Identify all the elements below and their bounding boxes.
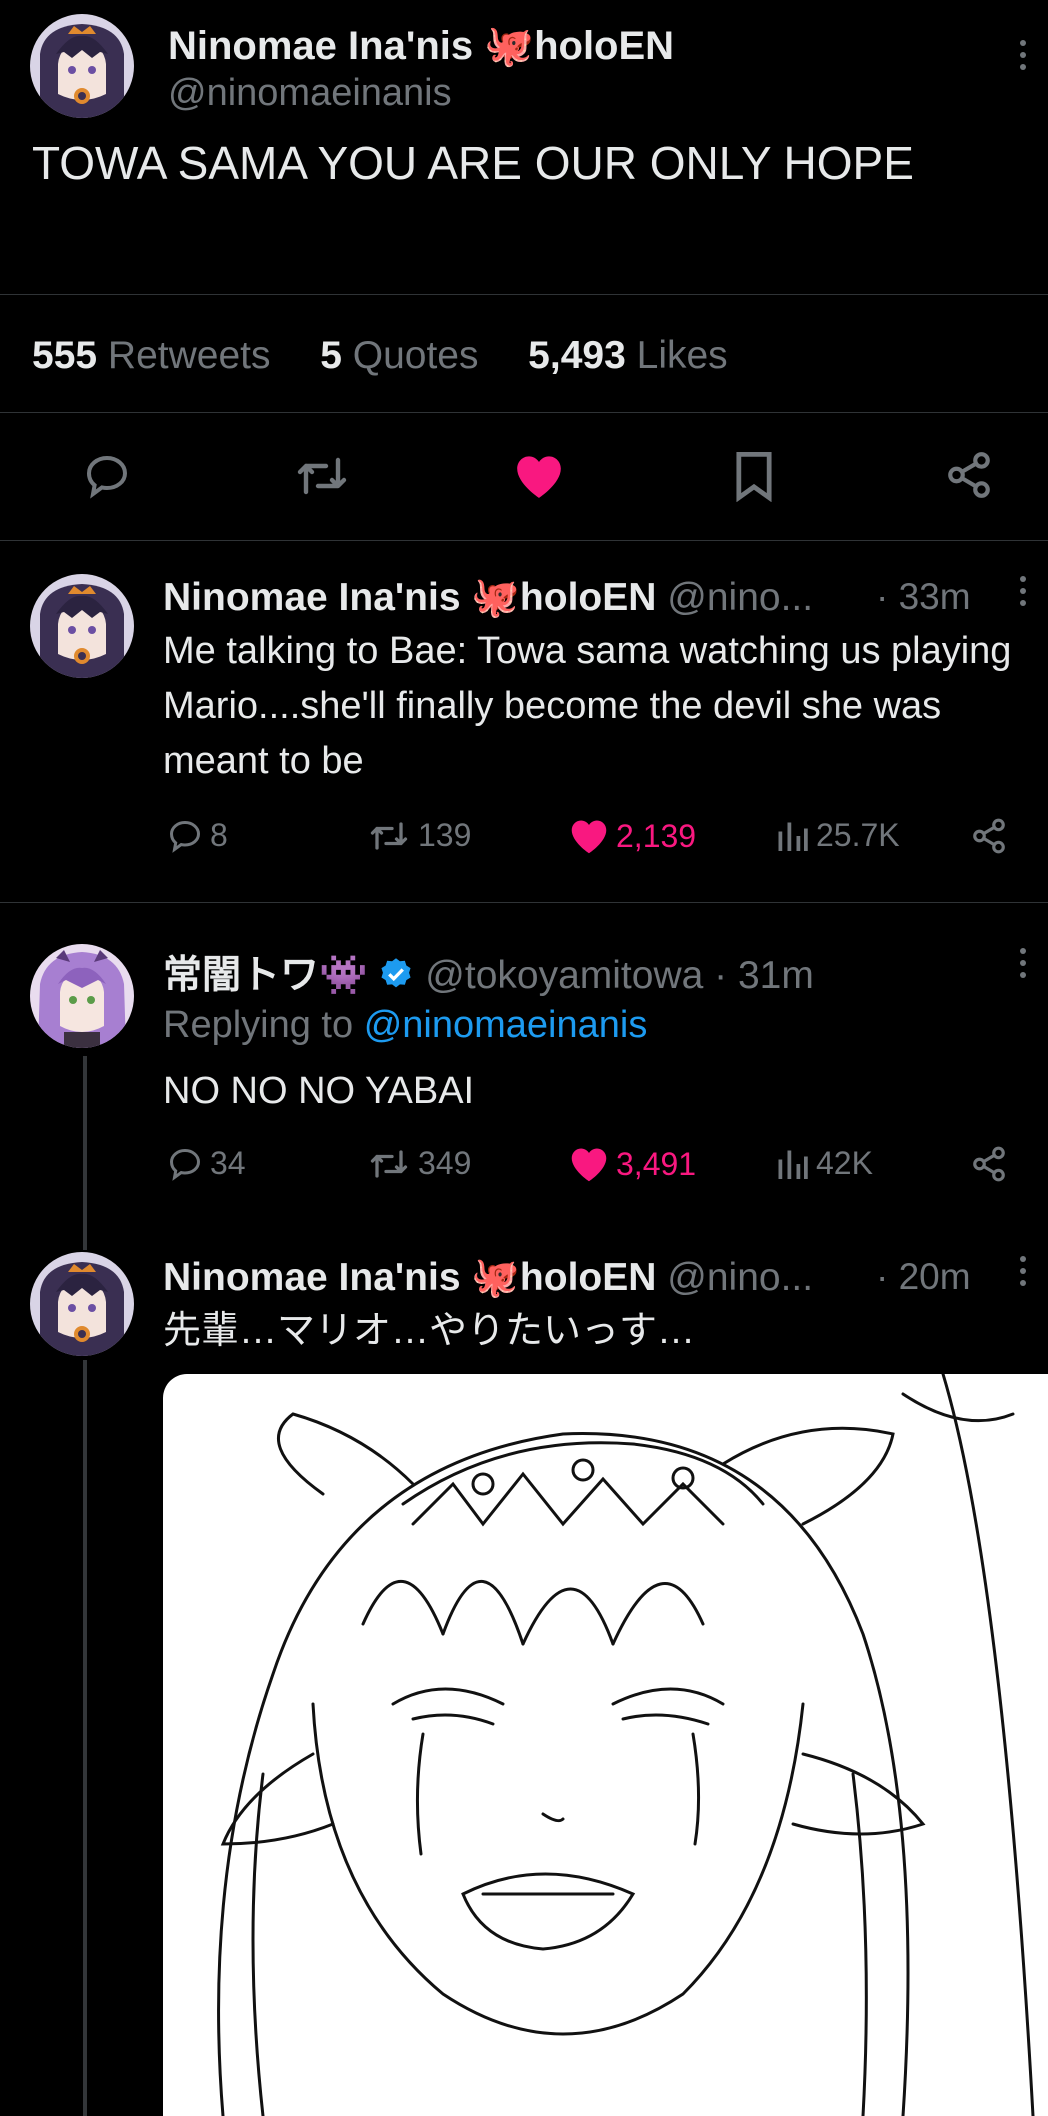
like-icon[interactable] — [512, 452, 566, 505]
octopus-icon: 🐙 — [471, 576, 520, 619]
like-icon — [571, 1148, 607, 1182]
views-icon — [778, 822, 808, 851]
like-count: 3,491 — [616, 1145, 697, 1182]
like-action[interactable]: 3,491 — [568, 1145, 696, 1183]
author-handle[interactable]: @tokoyamitowa — [425, 954, 703, 997]
author-name[interactable]: Ninomae Ina'nis 🐙holoEN — [163, 1256, 656, 1299]
author-handle[interactable]: @nino... — [667, 576, 813, 619]
views-count: 25.7K — [816, 817, 900, 853]
views-icon — [778, 1150, 808, 1179]
divider — [0, 902, 1048, 903]
more-options-icon[interactable] — [1020, 1256, 1028, 1292]
like-count: 2,139 — [616, 817, 697, 854]
divider — [0, 412, 1048, 413]
more-options-icon[interactable] — [1020, 40, 1028, 76]
alien-monster-icon: 👾 — [319, 954, 368, 997]
reply-header: Ninomae Ina'nis 🐙holoEN @nino... — [163, 574, 813, 620]
like-action[interactable]: 2,139 — [568, 817, 696, 855]
avatar[interactable] — [30, 14, 134, 118]
avatar[interactable] — [30, 944, 134, 1048]
author-handle[interactable]: @ninomaeinanis — [168, 72, 452, 115]
octopus-icon: 🐙 — [484, 24, 535, 68]
reply-icon[interactable] — [82, 452, 132, 505]
avatar[interactable] — [30, 1252, 134, 1356]
share-icon[interactable] — [970, 817, 1008, 860]
thread-line — [83, 1056, 87, 1250]
crying-character-sketch — [217, 1374, 1035, 2116]
views-count: 42K — [816, 1145, 873, 1181]
retweets-stat[interactable]: 555 Retweets — [32, 334, 271, 377]
attached-image[interactable] — [163, 1374, 1048, 2116]
author-name[interactable]: Ninomae Ina'nis 🐙holoEN — [168, 22, 674, 69]
tweet-stats: 555 Retweets 5 Quotes 5,493 Likes — [32, 334, 728, 378]
author-handle[interactable]: @nino... — [667, 1256, 813, 1299]
reply-action[interactable]: 34 — [166, 1145, 246, 1182]
retweet-icon — [370, 821, 408, 850]
retweet-icon — [370, 1149, 408, 1178]
author-name[interactable]: Ninomae Ina'nis 🐙holoEN — [163, 576, 656, 619]
quotes-stat[interactable]: 5 Quotes — [320, 334, 478, 377]
share-icon[interactable] — [970, 1145, 1008, 1188]
avatar[interactable] — [30, 574, 134, 678]
tweet-text: TOWA SAMA YOU ARE OUR ONLY HOPE — [32, 137, 914, 189]
more-options-icon[interactable] — [1020, 576, 1028, 612]
author-name[interactable]: 常闇トワ👾 — [163, 954, 368, 997]
bookmark-icon[interactable] — [732, 450, 776, 507]
reply-header: 常闇トワ👾 @tokoyamitowa · 31m — [163, 944, 814, 1002]
divider — [0, 540, 1048, 541]
reply-icon — [169, 820, 201, 853]
thread-line — [83, 1360, 87, 2116]
reply-icon — [169, 1148, 201, 1181]
divider — [0, 294, 1048, 295]
views-action[interactable]: 42K — [774, 1145, 873, 1182]
retweet-count: 139 — [418, 817, 472, 853]
reply-action[interactable]: 8 — [166, 817, 228, 854]
replying-to-link[interactable]: @ninomaeinanis — [364, 1004, 648, 1046]
reply-count: 8 — [210, 817, 228, 853]
reply-text: Me talking to Bae: Towa sama watching us… — [163, 630, 1012, 782]
more-options-icon[interactable] — [1020, 948, 1028, 984]
verified-badge-icon — [378, 956, 414, 1002]
reply-text: NO NO NO YABAI — [163, 1070, 475, 1112]
reply-header: Ninomae Ina'nis 🐙holoEN @nino... — [163, 1254, 813, 1300]
likes-stat[interactable]: 5,493 Likes — [528, 334, 728, 377]
retweet-action[interactable]: 139 — [366, 817, 471, 854]
replying-to: Replying to @ninomaeinanis — [163, 1004, 648, 1046]
retweet-action[interactable]: 349 — [366, 1145, 471, 1182]
retweet-icon[interactable] — [294, 452, 350, 505]
like-icon — [571, 820, 607, 854]
timestamp[interactable]: · 33m — [876, 576, 971, 618]
reply-text: 先輩…マリオ…やりたいっす… — [163, 1310, 696, 1352]
timestamp[interactable]: · 20m — [876, 1256, 971, 1298]
share-icon[interactable] — [944, 450, 994, 505]
views-action[interactable]: 25.7K — [774, 817, 900, 854]
timestamp[interactable]: · 31m — [714, 954, 814, 997]
reply-count: 34 — [210, 1145, 246, 1181]
octopus-icon: 🐙 — [471, 1256, 520, 1299]
retweet-count: 349 — [418, 1145, 472, 1181]
